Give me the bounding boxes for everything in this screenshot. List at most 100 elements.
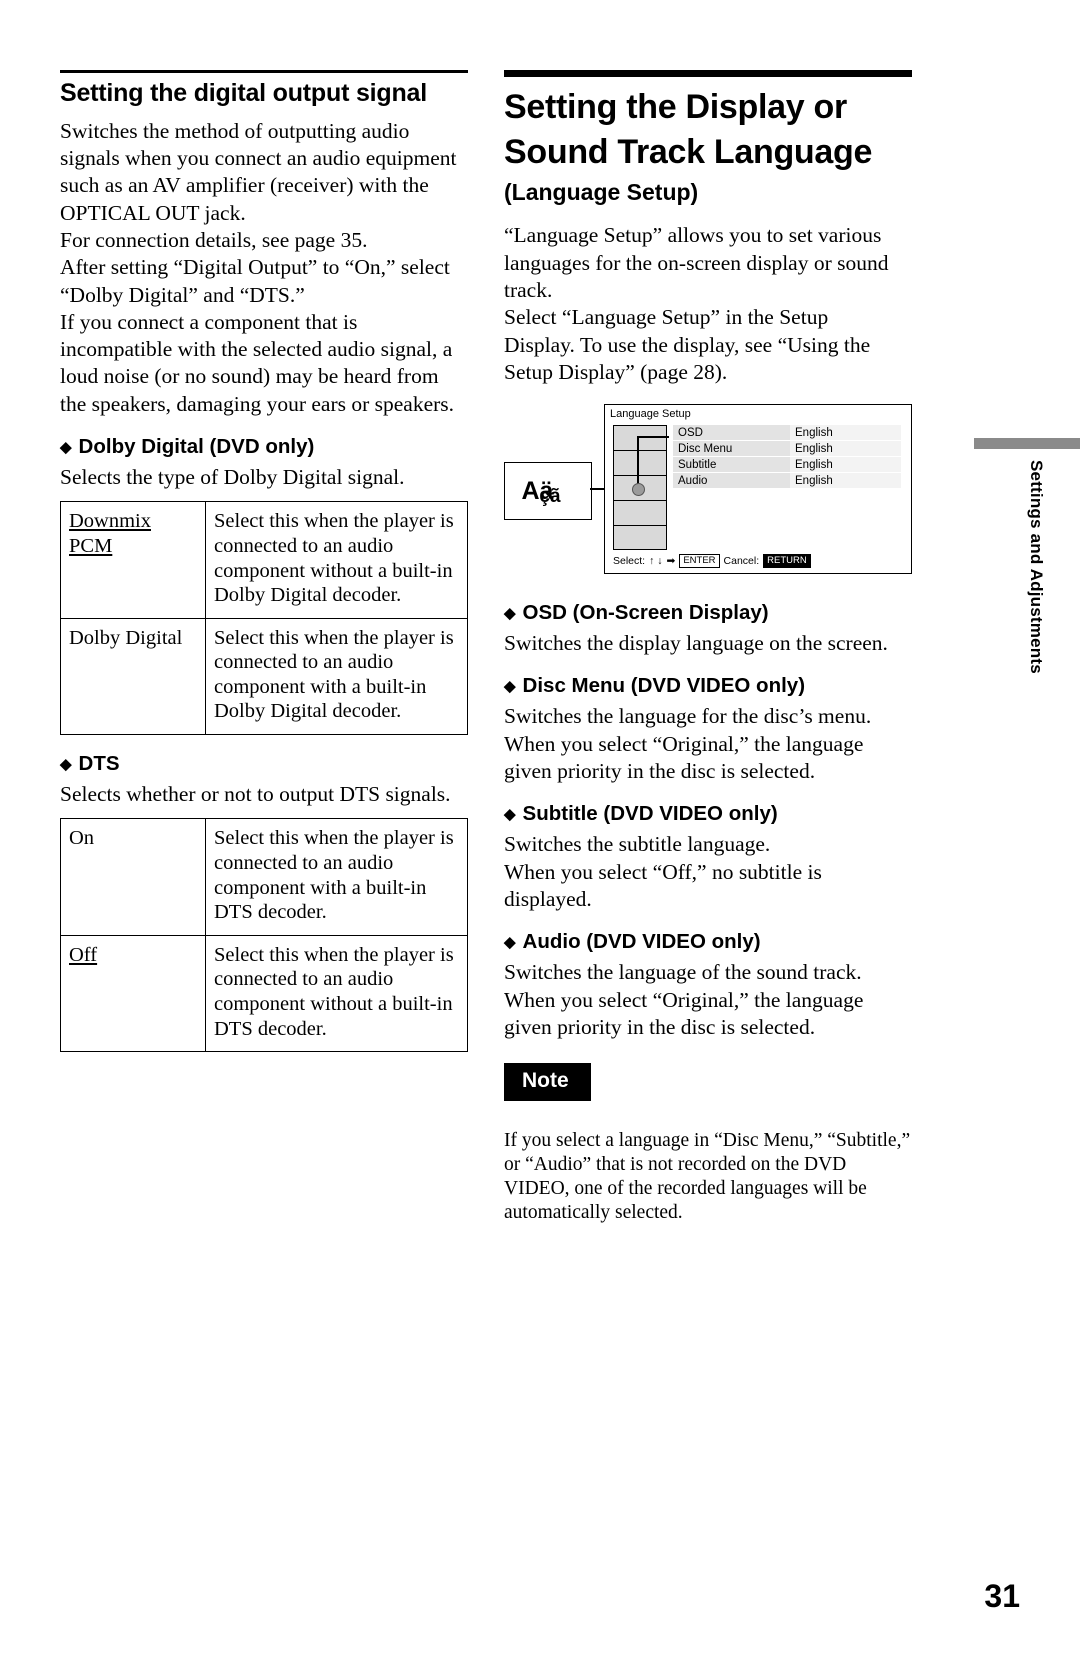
right-subheading: (Language Setup) <box>504 178 699 205</box>
right-column: Setting the Display or Sound Track Langu… <box>504 70 912 1245</box>
intro-line-7: “Dolby Digital” and “DTS.” <box>60 282 305 307</box>
option-key-line-1: Off <box>69 943 98 966</box>
setup-row-audio: Audio English <box>673 473 901 489</box>
enter-key-label: ENTER <box>679 554 720 569</box>
osd-description: Switches the display language on the scr… <box>504 630 912 657</box>
note-line-4: automatically selected. <box>504 1202 683 1224</box>
osd-subheading: ◆ OSD (On-Screen Display) <box>504 601 912 625</box>
setup-row-value: English <box>790 457 901 473</box>
setup-row-label: Disc Menu <box>678 442 733 455</box>
setup-row-disc-menu: Disc Menu English <box>673 441 901 457</box>
subtitle-title: Subtitle (DVD VIDEO only) <box>522 802 778 826</box>
dolby-digital-description: Selects the type of Dolby Digital signal… <box>60 465 405 490</box>
dts-options-table: On Select this when the player is connec… <box>60 818 468 1053</box>
audio-line-3: given priority in the disc is selected. <box>504 1014 816 1039</box>
arrows-updown-icon: ↑ ↓ <box>649 555 663 568</box>
setup-display-footer: Select: ↑ ↓ ➡ ENTER Cancel: RETURN <box>613 554 811 569</box>
para1-line-1: “Language Setup” allows you to set vario… <box>504 223 882 248</box>
right-heading-line-2: Sound Track Language <box>504 132 873 171</box>
disc-menu-subheading: ◆ Disc Menu (DVD VIDEO only) <box>504 674 912 698</box>
setup-row-label: OSD <box>678 426 703 439</box>
setup-row-value: English <box>790 425 901 441</box>
table-row: Off Select this when the player is conne… <box>60 934 468 1053</box>
table-row: Downmix PCM Select this when the player … <box>60 501 468 619</box>
right-section-heading: Setting the Display or Sound Track Langu… <box>504 85 912 175</box>
setup-row-label: Audio <box>678 474 708 487</box>
dolby-digital-subheading: ◆ Dolby Digital (DVD only) <box>60 435 468 459</box>
option-value-cell: Select this when the player is connected… <box>205 617 468 736</box>
osd-title: OSD (On-Screen Display) <box>522 601 769 625</box>
option-value-cell: Select this when the player is connected… <box>205 934 468 1053</box>
callout-line-horizontal <box>637 436 669 439</box>
table-row: On Select this when the player is connec… <box>60 818 468 936</box>
dolby-digital-options-table: Downmix PCM Select this when the player … <box>60 501 468 736</box>
side-tab-bar <box>974 438 1080 449</box>
diamond-bullet-icon: ◆ <box>504 605 516 623</box>
diamond-bullet-icon: ◆ <box>504 934 516 952</box>
setup-display-panel: Language Setup OSD English Disc Menu Eng… <box>604 404 912 575</box>
dts-description: Selects whether or not to output DTS sig… <box>60 782 451 807</box>
diamond-bullet-icon: ◆ <box>504 806 516 824</box>
audio-line-2: When you select “Original,” the language <box>504 987 864 1012</box>
language-icon: Aä çã <box>504 462 592 521</box>
document-page: Setting the digital output signal Switch… <box>0 0 1080 1677</box>
left-section-heading: Setting the digital output signal <box>60 79 427 107</box>
left-column: Setting the digital output signal Switch… <box>60 70 468 1053</box>
note-line-2: or “Audio” that is not recorded on the D… <box>504 1153 847 1175</box>
note-badge: Note <box>504 1063 591 1102</box>
page-number: 31 <box>984 1578 1020 1614</box>
setup-display-title: Language Setup <box>610 408 691 421</box>
intro-line-6: After setting “Digital Output” to “On,” … <box>60 255 450 280</box>
subtitle-subheading: ◆ Subtitle (DVD VIDEO only) <box>504 802 912 826</box>
para2-line-1: Select “Language Setup” in the Setup <box>504 305 829 330</box>
intro-line-1: Switches the method of outputting audio <box>60 118 410 143</box>
intro-line-4: OPTICAL OUT jack. <box>60 200 246 225</box>
diamond-bullet-icon: ◆ <box>504 678 516 696</box>
subtitle-line-1: Switches the subtitle language. <box>504 832 771 857</box>
note-line-3: VIDEO, one of the recorded languages wil… <box>504 1177 867 1199</box>
table-row: Dolby Digital Select this when the playe… <box>60 617 468 736</box>
subtitle-line-3: displayed. <box>504 886 592 911</box>
para2-line-2: Display. To use the display, see “Using … <box>504 332 871 357</box>
audio-title: Audio (DVD VIDEO only) <box>522 930 761 954</box>
disc-menu-line-3: given priority in the disc is selected. <box>504 759 816 784</box>
para1-line-3: track. <box>504 277 553 302</box>
dts-title: DTS <box>78 752 120 776</box>
language-setup-paragraph-1: “Language Setup” allows you to set vario… <box>504 222 912 304</box>
dolby-digital-title: Dolby Digital (DVD only) <box>78 435 315 459</box>
iconbar-cell <box>614 426 666 452</box>
diamond-bullet-icon: ◆ <box>60 439 72 457</box>
intro-line-9: incompatible with the selected audio sig… <box>60 337 453 362</box>
left-intro-paragraph: Switches the method of outputting audio … <box>60 118 468 418</box>
disc-menu-line-2: When you select “Original,” the language <box>504 731 864 756</box>
option-key-cell: Downmix PCM <box>60 501 206 619</box>
option-key-cell: Dolby Digital <box>60 617 206 736</box>
setup-row-label: Subtitle <box>678 458 717 471</box>
disc-menu-title: Disc Menu (DVD VIDEO only) <box>522 674 806 698</box>
diamond-bullet-icon: ◆ <box>60 756 72 774</box>
option-key-cell: Off <box>60 934 206 1053</box>
dts-subheading: ◆ DTS <box>60 752 468 776</box>
intro-line-3: such as an AV amplifier (receiver) with … <box>60 173 429 198</box>
arrow-right-icon: ➡ <box>666 555 676 568</box>
intro-line-5: For connection details, see page 35. <box>60 227 368 252</box>
setup-row-osd: OSD English <box>673 425 901 441</box>
intro-line-10: loud noise (or no sound) may be heard fr… <box>60 364 439 389</box>
setup-row-subtitle: Subtitle English <box>673 457 901 473</box>
option-key-line-2: PCM <box>69 534 113 557</box>
intro-line-2: signals when you connect an audio equipm… <box>60 146 457 171</box>
right-heading-rule <box>504 70 912 77</box>
option-value-cell: Select this when the player is connected… <box>205 501 468 619</box>
language-setup-screen-illustration: Aä çã Language Setup OSD English Disc Me… <box>504 404 912 584</box>
setup-row-value: English <box>790 441 901 457</box>
language-icon-line-2: çã <box>539 486 561 508</box>
subtitle-line-2: When you select “Off,” no subtitle is <box>504 859 822 884</box>
setup-display-rows: OSD English Disc Menu English Subtitle E… <box>673 425 901 489</box>
audio-description: Switches the language of the sound track… <box>504 959 912 1041</box>
return-key-label: RETURN <box>763 554 811 569</box>
audio-line-1: Switches the language of the sound track… <box>504 960 862 985</box>
iconbar-cell <box>614 526 666 551</box>
iconbar-cell <box>614 451 666 477</box>
note-line-1: If you select a language in “Disc Menu,”… <box>504 1129 911 1151</box>
option-key-cell: On <box>60 818 206 936</box>
